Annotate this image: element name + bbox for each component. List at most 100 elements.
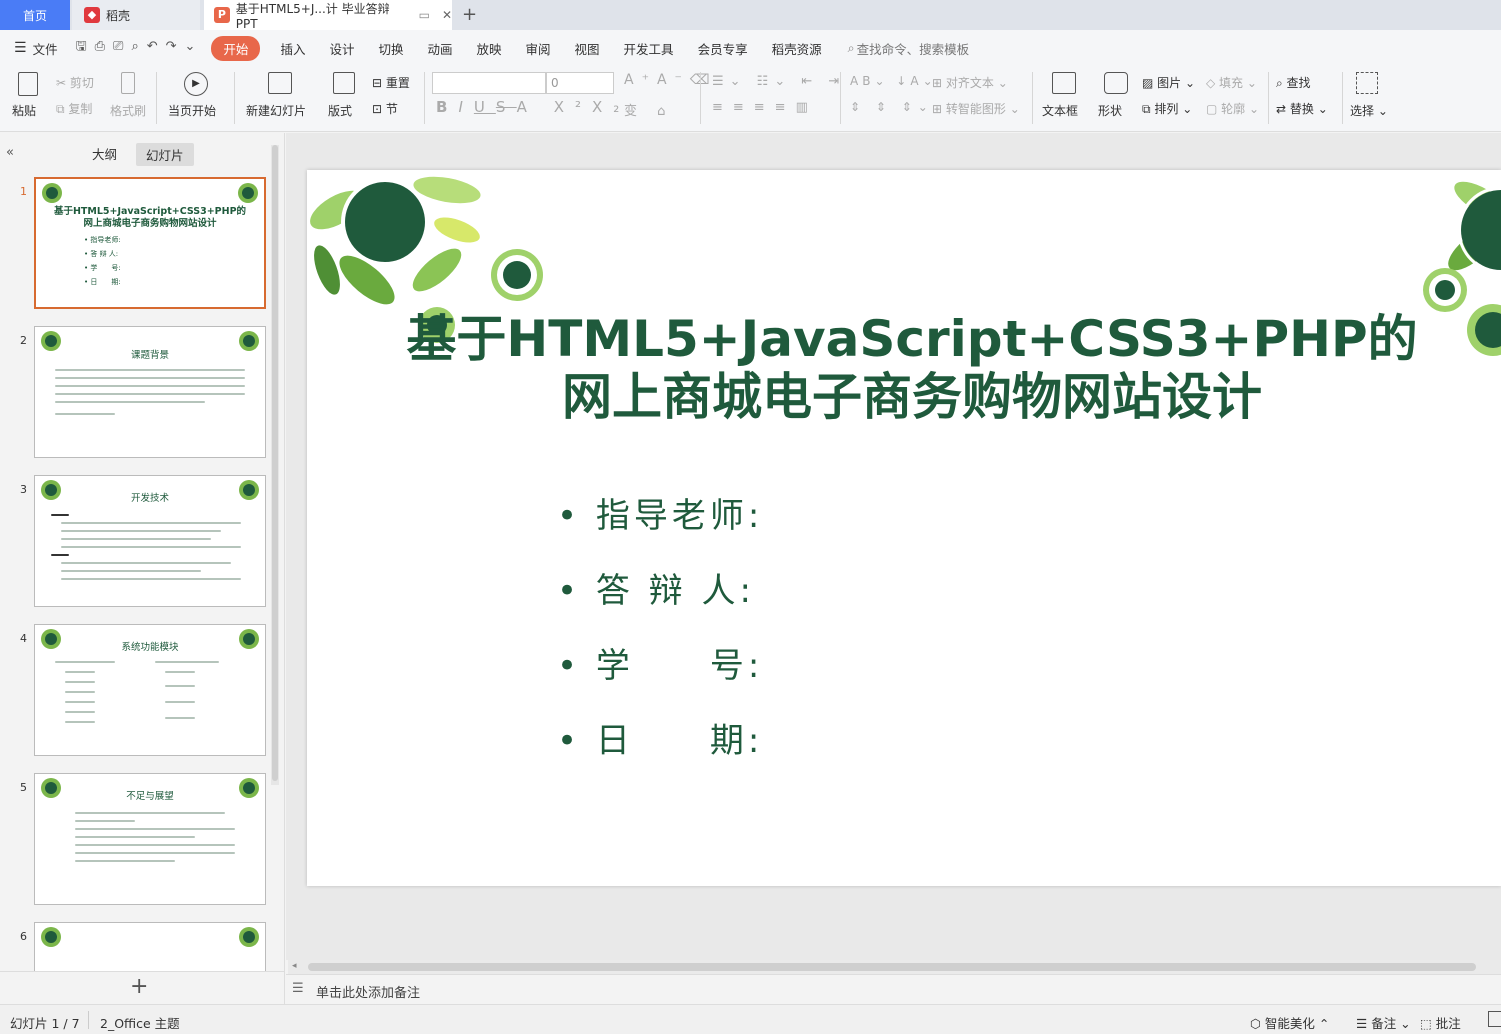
fill-button[interactable]: ◇ 填充 ⌄ — [1206, 74, 1257, 91]
tab-outline[interactable]: 大纲 — [92, 144, 117, 163]
collapse-panel-icon[interactable]: « — [6, 145, 14, 160]
horizontal-scrollbar[interactable]: ◂ — [288, 960, 1501, 974]
menu-daoke-resources[interactable]: 稻壳资源 — [760, 39, 834, 58]
menu-home[interactable]: 开始 — [211, 35, 261, 61]
find-button[interactable]: ⌕ 查找 — [1276, 74, 1311, 91]
layout-icon[interactable] — [333, 72, 355, 94]
hamburger-icon[interactable]: ☰ — [0, 40, 31, 56]
play-icon[interactable]: ▶ — [184, 72, 208, 96]
new-tab-button[interactable]: + — [462, 4, 477, 25]
arrange-button[interactable]: ⧉ 排列 ⌄ — [1142, 100, 1192, 117]
section-button[interactable]: ⊡ 节 — [372, 100, 398, 117]
shape-icon[interactable] — [1104, 72, 1128, 94]
notes-placeholder[interactable]: 单击此处添加备注 — [316, 982, 420, 1001]
menu-review[interactable]: 审阅 — [514, 39, 563, 58]
font-size-select[interactable]: 0 — [546, 72, 614, 94]
align-text-button[interactable]: ⊞ 对齐文本 ⌄ — [932, 74, 1008, 91]
replace-button[interactable]: ⇄ 替换 ⌄ — [1276, 100, 1328, 117]
select-button[interactable]: 选择 ⌄ — [1350, 102, 1388, 119]
tab-daoke[interactable]: ◆ 稻壳 — [72, 0, 200, 30]
textbox-button[interactable]: 文本框 — [1042, 102, 1078, 119]
slide-title[interactable]: 基于HTML5+JavaScript+CSS3+PHP的 网上商城电子商务购物网… — [307, 310, 1501, 426]
outline-button[interactable]: ▢ 轮廓 ⌄ — [1206, 100, 1259, 117]
add-slide-bar: + — [0, 971, 284, 1004]
thumbnail-number: 2 — [20, 334, 27, 347]
screen-icon[interactable]: ▭ — [419, 8, 430, 22]
thumbnail-text-line — [61, 578, 241, 580]
tab-document[interactable]: P 基于HTML5+J...计 毕业答辩PPT ▭ ✕ — [204, 0, 452, 31]
font-style-icons[interactable]: BIUSA X²X₂ — [436, 98, 630, 116]
menu-developer[interactable]: 开发工具 — [612, 39, 686, 58]
list-indent-icons[interactable]: ☰⌄ ☷⌄ ⇤ ⇥ — [712, 74, 845, 89]
scrollbar-thumb[interactable] — [272, 145, 278, 781]
slide-thumbnail-6[interactable] — [34, 922, 266, 972]
bullet-defender[interactable]: • 答 辩 人: — [557, 563, 755, 612]
scrollbar-thumb[interactable] — [308, 963, 1476, 971]
slide-thumbnail-2[interactable]: 课题背景 — [34, 326, 266, 458]
slide-title-line-2: 网上商城电子商务购物网站设计 — [562, 368, 1262, 426]
bullet-student-id[interactable]: • 学 号: — [557, 638, 763, 687]
reset-button[interactable]: ⊟ 重置 — [372, 74, 410, 91]
menu-animation[interactable]: 动画 — [415, 39, 464, 58]
menu-view[interactable]: 视图 — [563, 39, 612, 58]
phonetic-highlight-icons[interactable]: 变 ⌂ — [624, 100, 673, 119]
smart-shape-button[interactable]: ⊞ 转智能图形 ⌄ — [932, 100, 1020, 117]
paste-button[interactable]: 粘贴 — [12, 102, 36, 119]
thumbnail-text-line — [55, 401, 205, 403]
picture-button[interactable]: ▨ 图片 ⌄ — [1142, 74, 1195, 91]
text-direction-icons[interactable]: AB⌄ ↓A⌄ — [850, 74, 937, 88]
thumbnail-scrollbar[interactable] — [271, 145, 279, 785]
bullet-advisor[interactable]: • 指导老师: — [557, 488, 763, 537]
comment-button[interactable]: ⬚ 批注 — [1420, 1013, 1461, 1032]
select-icon[interactable] — [1356, 72, 1378, 94]
command-search[interactable]: 查找命令、搜索模板 — [857, 39, 970, 58]
slide-thumbnail-5[interactable]: 不足与展望 — [34, 773, 266, 905]
thumbnail-number: 6 — [20, 930, 27, 943]
file-menu[interactable]: 文件 — [31, 39, 70, 58]
slide-thumbnail-3[interactable]: 开发技术 — [34, 475, 266, 607]
picture-label: 图片 — [1157, 76, 1182, 90]
thumbnail-text-line — [55, 661, 115, 663]
start-current-button[interactable]: 当页开始 — [168, 102, 216, 119]
font-grow-shrink-icons[interactable]: A⁺A⁻⌫ — [624, 72, 718, 88]
normal-view-icon[interactable] — [1488, 1011, 1501, 1027]
textbox-icon[interactable] — [1052, 72, 1076, 94]
close-icon[interactable]: ✕ — [442, 8, 452, 22]
thumbnail-title: 课题背景 — [130, 350, 169, 361]
thumbnail-text-line — [61, 538, 211, 540]
line-spacing-icons[interactable]: ⇕ ⇕ ⇕⌄ — [850, 100, 934, 114]
scissors-icon: ✂ — [56, 76, 70, 90]
cut-button[interactable]: ✂ 剪切 — [56, 74, 94, 91]
notes-pane[interactable]: ☰ 单击此处添加备注 — [286, 974, 1501, 1004]
shape-button[interactable]: 形状 — [1098, 102, 1122, 119]
scroll-left-icon[interactable]: ◂ — [292, 961, 297, 971]
format-painter-button[interactable]: 格式刷 — [110, 102, 146, 119]
ribbon-separator — [840, 72, 841, 124]
add-slide-button[interactable]: + — [130, 974, 148, 999]
menu-transition[interactable]: 切换 — [366, 39, 415, 58]
menu-member[interactable]: 会员专享 — [686, 39, 760, 58]
slide-thumbnail-1[interactable]: 基于HTML5+JavaScript+CSS3+PHP的 网上商城电子商务购物网… — [34, 177, 266, 309]
smart-shape-label: 转智能图形 — [945, 102, 1006, 116]
menu-design[interactable]: 设计 — [317, 39, 366, 58]
bullet-date[interactable]: • 日 期: — [557, 713, 763, 762]
menu-slideshow[interactable]: 放映 — [465, 39, 514, 58]
comment-icon: ⬚ — [1420, 1016, 1436, 1031]
align-icons[interactable]: ≡≡≡≡▥ — [712, 100, 818, 115]
tab-home[interactable]: 首页 — [0, 0, 70, 30]
new-slide-button[interactable]: 新建幻灯片 — [246, 102, 306, 119]
smart-beautify-button[interactable]: ⬡ 智能美化 ⌃ — [1250, 1013, 1329, 1032]
copy-button[interactable]: ⧉ 复制 — [56, 100, 92, 117]
current-slide[interactable]: 基于HTML5+JavaScript+CSS3+PHP的 网上商城电子商务购物网… — [307, 170, 1501, 886]
layout-button[interactable]: 版式 — [328, 102, 352, 119]
slide-thumbnail-4[interactable]: 系统功能模块 — [34, 624, 266, 756]
tab-slides[interactable]: 幻灯片 — [136, 143, 194, 166]
paste-icon[interactable] — [18, 72, 38, 96]
menu-insert[interactable]: 插入 — [268, 39, 317, 58]
notes-toggle-button[interactable]: ☰ 备注 ⌄ — [1356, 1013, 1411, 1032]
ribbon-separator — [156, 72, 157, 124]
quick-access-icons[interactable]: 🖫⎙⎚⌕↶↷⌄ — [70, 37, 204, 59]
new-slide-icon[interactable] — [268, 72, 292, 94]
menu-bar: ☰ 文件 🖫⎙⎚⌕↶↷⌄ 开始 插入 设计 切换 动画 放映 审阅 视图 开发工… — [0, 30, 1501, 66]
font-family-select[interactable] — [432, 72, 546, 94]
